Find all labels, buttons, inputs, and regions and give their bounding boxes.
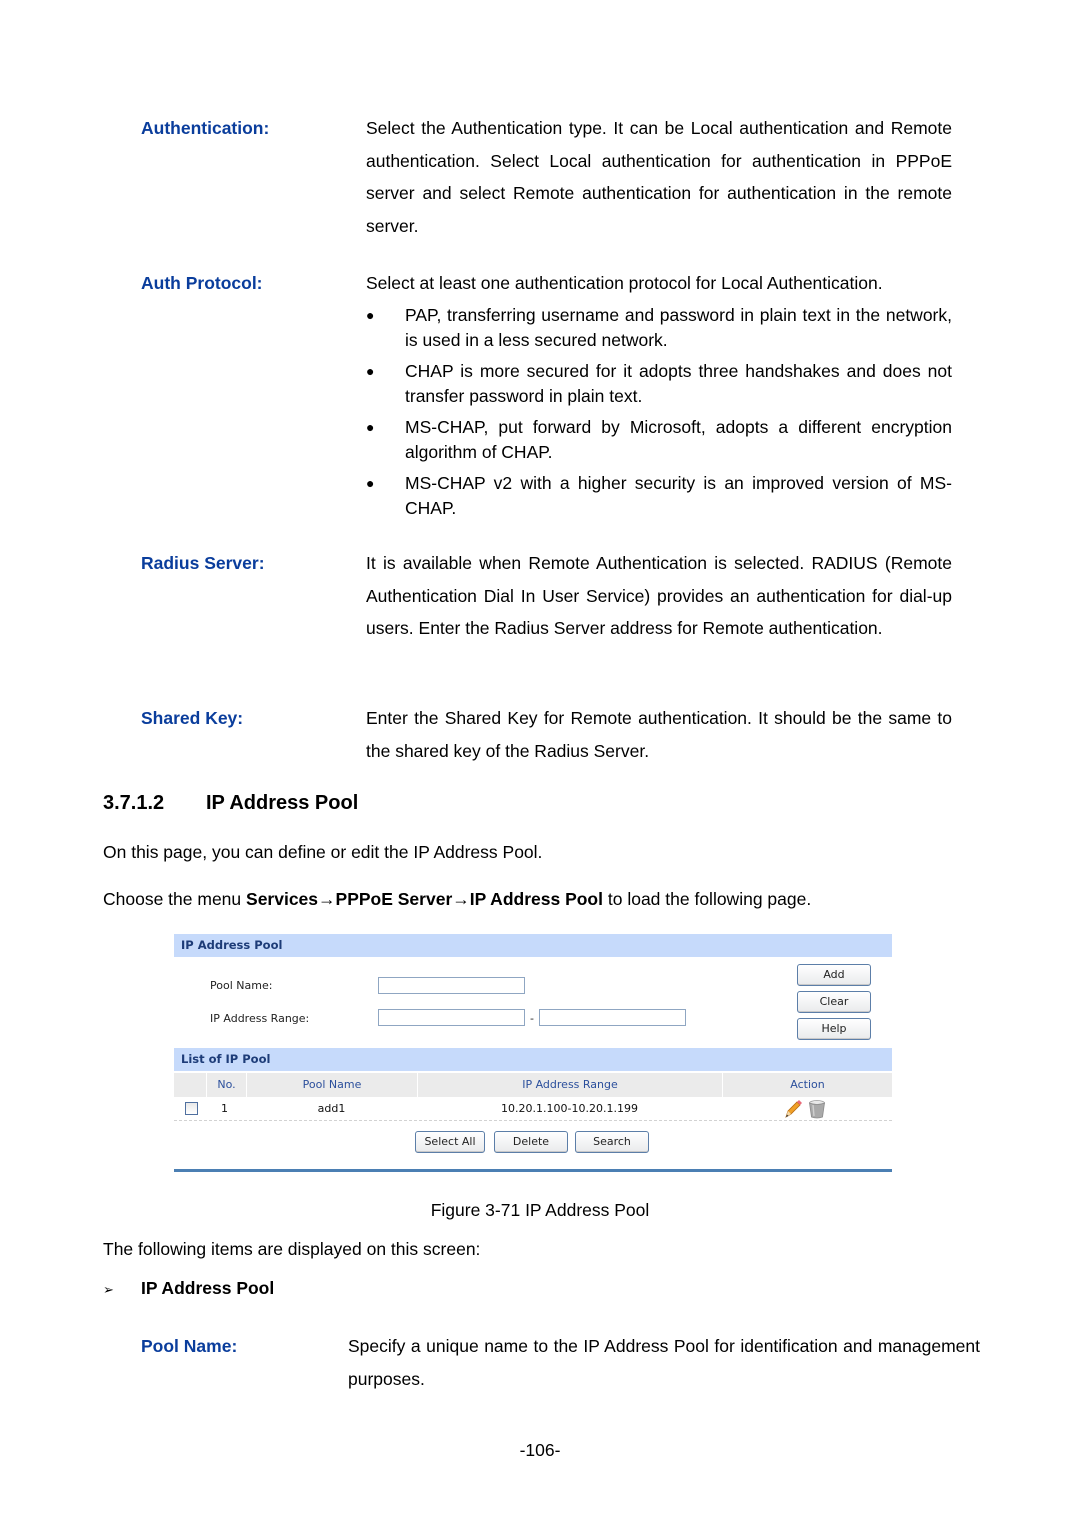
desc-radius-server-text: It is available when Remote Authenticati… [366, 553, 952, 638]
desc-shared-key: Enter the Shared Key for Remote authenti… [366, 702, 952, 767]
term-pool-name: Pool Name: [141, 1336, 238, 1356]
table-row: 1 add1 10.20.1.100-10.20.1.199 [174, 1097, 892, 1121]
select-all-button[interactable]: Select All [415, 1131, 485, 1153]
bullet-text: CHAP is more secured for it adopts three… [405, 361, 952, 406]
bullet-text: PAP, transferring username and password … [405, 305, 952, 350]
menu-prefix: Choose the menu [103, 889, 247, 909]
ip-range-label: IP Address Range: [210, 1012, 310, 1025]
section-intro: On this page, you can define or edit the… [103, 842, 543, 862]
bullet-icon: ● [366, 307, 375, 323]
panel-bottom-border [174, 1169, 892, 1172]
desc-auth-protocol-text: Select at least one authentication proto… [366, 273, 883, 293]
term-radius-server: Radius Server: [141, 553, 265, 573]
subsection-heading: ➢ IP Address Pool [103, 1278, 274, 1299]
ip-range-end-input[interactable] [539, 1009, 686, 1026]
section-title: IP Address Pool [206, 792, 359, 814]
subsection-title: IP Address Pool [141, 1278, 275, 1298]
row-pool-name: add1 [317, 1102, 346, 1115]
row-ip-range: 10.20.1.100-10.20.1.199 [501, 1102, 638, 1115]
ip-range-separator: - [530, 1012, 534, 1025]
desc-pool-name-text: Specify a unique name to the IP Address … [348, 1336, 980, 1389]
bullet-icon: ● [366, 475, 375, 491]
menu-instruction: Choose the menu Services→PPPoE Server→IP… [103, 889, 811, 910]
bullet-text: MS-CHAP v2 with a higher security is an … [405, 473, 952, 518]
list-item: ● PAP, transferring username and password… [366, 303, 952, 353]
section-heading: 3.7.1.2 IP Address Pool [103, 792, 358, 815]
row-checkbox[interactable] [185, 1102, 198, 1115]
delete-icon[interactable] [808, 1099, 826, 1119]
term-auth-protocol: Auth Protocol: [141, 273, 263, 293]
search-button[interactable]: Search [575, 1131, 649, 1153]
desc-authentication: Select the Authentication type. It can b… [366, 112, 952, 242]
desc-auth-protocol: Select at least one authentication proto… [366, 267, 952, 300]
arrow-bullet-icon: ➢ [103, 1282, 114, 1297]
bullet-icon: ● [366, 419, 375, 435]
bullet-text: MS-CHAP, put forward by Microsoft, adopt… [405, 417, 952, 462]
col-ip-range: IP Address Range [417, 1073, 722, 1097]
pool-name-label: Pool Name: [210, 979, 273, 992]
auth-protocol-list: ● PAP, transferring username and password… [366, 303, 952, 527]
list-header: List of IP Pool [174, 1048, 892, 1071]
col-pool-name: Pool Name [246, 1073, 417, 1097]
ip-address-pool-panel: IP Address Pool Pool Name: IP Address Ra… [174, 934, 892, 1172]
add-button[interactable]: Add [797, 964, 871, 986]
row-no: 1 [221, 1102, 228, 1115]
list-item: ● MS-CHAP, put forward by Microsoft, adop… [366, 415, 952, 465]
term-authentication: Authentication: [141, 118, 270, 138]
page-number: -106- [519, 1440, 561, 1460]
figure-caption: Figure 3-71 IP Address Pool [430, 1200, 650, 1220]
menu-path: Services→PPPoE Server→IP Address Pool [246, 889, 603, 909]
desc-radius-server: It is available when Remote Authenticati… [366, 547, 952, 645]
desc-pool-name: Specify a unique name to the IP Address … [348, 1330, 980, 1395]
config-header: IP Address Pool [174, 934, 892, 957]
col-no: No. [206, 1073, 246, 1097]
table-header: No. Pool Name IP Address Range Action [174, 1073, 892, 1097]
ip-range-start-input[interactable] [378, 1009, 525, 1026]
col-action: Action [722, 1073, 892, 1097]
row-actions [722, 1097, 892, 1121]
clear-button[interactable]: Clear [797, 991, 871, 1013]
term-shared-key: Shared Key: [141, 708, 244, 728]
desc-authentication-text: Select the Authentication type. It can b… [366, 118, 952, 236]
items-intro: The following items are displayed on thi… [103, 1239, 481, 1259]
list-item: ● CHAP is more secured for it adopts thre… [366, 359, 952, 409]
col-select [174, 1073, 206, 1097]
desc-shared-key-text: Enter the Shared Key for Remote authenti… [366, 708, 952, 761]
help-button[interactable]: Help [797, 1018, 871, 1040]
bullet-icon: ● [366, 363, 375, 379]
pool-name-input[interactable] [378, 977, 525, 994]
edit-icon[interactable] [783, 1099, 803, 1119]
list-item: ● MS-CHAP v2 with a higher security is an… [366, 471, 952, 521]
section-number: 3.7.1.2 [103, 792, 165, 814]
delete-button[interactable]: Delete [494, 1131, 568, 1153]
menu-suffix: to load the following page. [603, 889, 812, 909]
